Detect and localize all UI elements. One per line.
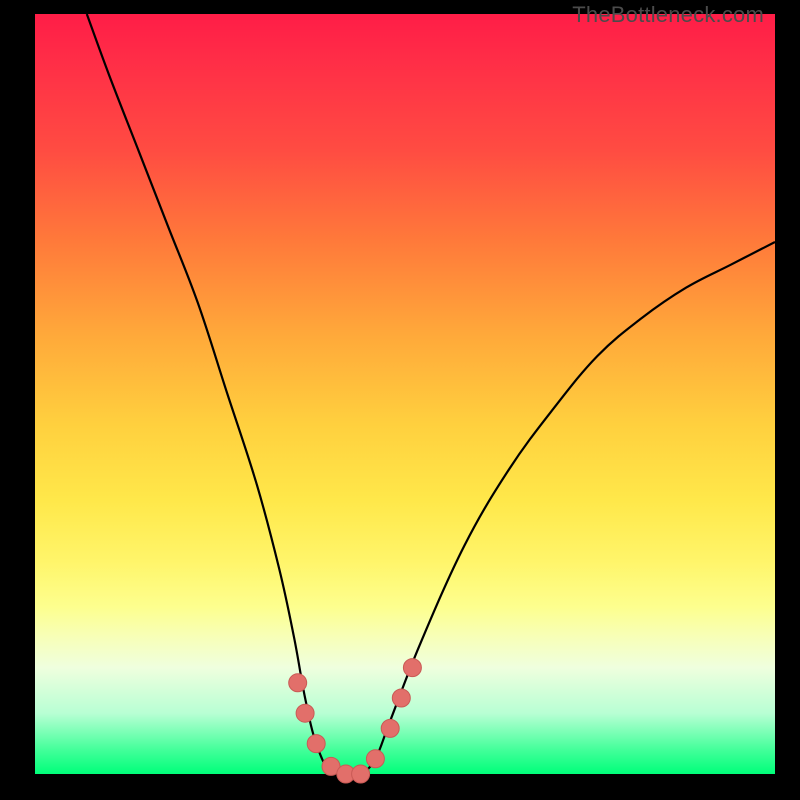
- curve-marker: [381, 719, 399, 737]
- curve-markers: [289, 659, 422, 783]
- chart-frame: TheBottleneck.com: [0, 0, 800, 800]
- curve-marker: [366, 750, 384, 768]
- curve-marker: [392, 689, 410, 707]
- curve-marker: [307, 735, 325, 753]
- curve-marker: [352, 765, 370, 783]
- curve-layer: [35, 14, 775, 774]
- curve-marker: [289, 674, 307, 692]
- bottleneck-curve: [87, 14, 775, 776]
- watermark-text: TheBottleneck.com: [572, 2, 764, 28]
- plot-area: [35, 14, 775, 774]
- curve-marker: [403, 659, 421, 677]
- curve-marker: [296, 704, 314, 722]
